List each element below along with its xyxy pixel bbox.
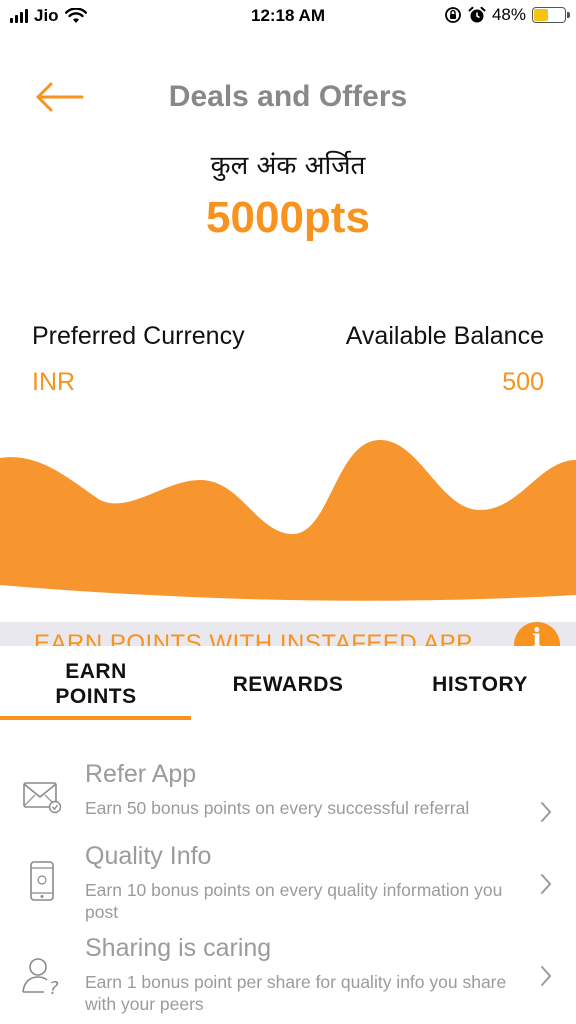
svg-text:?: ? bbox=[49, 978, 59, 998]
preferred-currency-value: INR bbox=[32, 368, 76, 396]
rotation-lock-icon bbox=[445, 7, 461, 23]
tab-earn-points-label: EARN POINTS bbox=[55, 660, 137, 708]
tab-history-label: HISTORY bbox=[432, 672, 528, 696]
list-item-quality-info[interactable]: Quality Info Earn 10 bonus points on eve… bbox=[0, 842, 576, 928]
page-title: Deals and Offers bbox=[168, 80, 408, 113]
user-question-icon: ? bbox=[22, 958, 59, 998]
list-item-title: Refer App bbox=[85, 760, 197, 788]
alarm-icon bbox=[468, 6, 486, 23]
chevron-right-icon bbox=[541, 802, 552, 822]
wave-decoration bbox=[0, 440, 576, 601]
info-button[interactable]: i bbox=[514, 622, 562, 646]
banner-text: EARN POINTS WITH INSTAFEED APP bbox=[34, 630, 473, 646]
tab-earn-points[interactable]: EARN POINTS bbox=[0, 646, 192, 722]
points-value: 5000pts bbox=[206, 193, 370, 242]
list-item-title: Sharing is caring bbox=[85, 934, 272, 962]
info-glyph: i bbox=[532, 624, 542, 646]
envelope-check-icon bbox=[23, 782, 62, 814]
status-right: 48% bbox=[444, 5, 570, 25]
battery-fill bbox=[534, 9, 549, 21]
list-item-refer-app[interactable]: Refer App Earn 50 bonus points on every … bbox=[0, 760, 576, 840]
status-bar: Jio 12:18 AM 48% bbox=[0, 0, 576, 34]
tab-rewards[interactable]: REWARDS bbox=[192, 646, 384, 722]
active-tab-indicator bbox=[0, 716, 191, 720]
available-balance-label: Available Balance bbox=[345, 322, 544, 350]
list-item-sharing-is-caring[interactable]: ? Sharing is caring Earn 1 bonus point p… bbox=[0, 934, 576, 1020]
mobile-phone-icon bbox=[30, 861, 54, 901]
battery-percent: 48% bbox=[491, 5, 526, 24]
tab-history[interactable]: HISTORY bbox=[384, 646, 576, 722]
preferred-currency-label: Preferred Currency bbox=[32, 322, 245, 350]
chevron-right-icon bbox=[541, 966, 552, 986]
available-balance-value: 500 bbox=[502, 368, 544, 396]
list-item-title: Quality Info bbox=[85, 842, 212, 870]
chevron-right-icon bbox=[541, 874, 552, 894]
battery-icon bbox=[532, 7, 570, 23]
list-item-description: Earn 10 bonus points on every quality in… bbox=[85, 880, 503, 922]
earn-points-banner: EARN POINTS WITH INSTAFEED APP bbox=[0, 622, 576, 646]
header: Deals and Offers bbox=[0, 70, 576, 126]
list-item-description: Earn 1 bonus point per share for quality… bbox=[85, 972, 507, 1014]
list-item-description: Earn 50 bonus points on every successful… bbox=[85, 798, 470, 818]
tab-bar: EARN POINTS REWARDS HISTORY bbox=[0, 646, 576, 722]
points-label: कुल अंक अर्जित bbox=[210, 151, 366, 181]
balance-section: Preferred Currency INR Available Balance… bbox=[32, 322, 544, 402]
tab-rewards-label: REWARDS bbox=[232, 672, 344, 696]
